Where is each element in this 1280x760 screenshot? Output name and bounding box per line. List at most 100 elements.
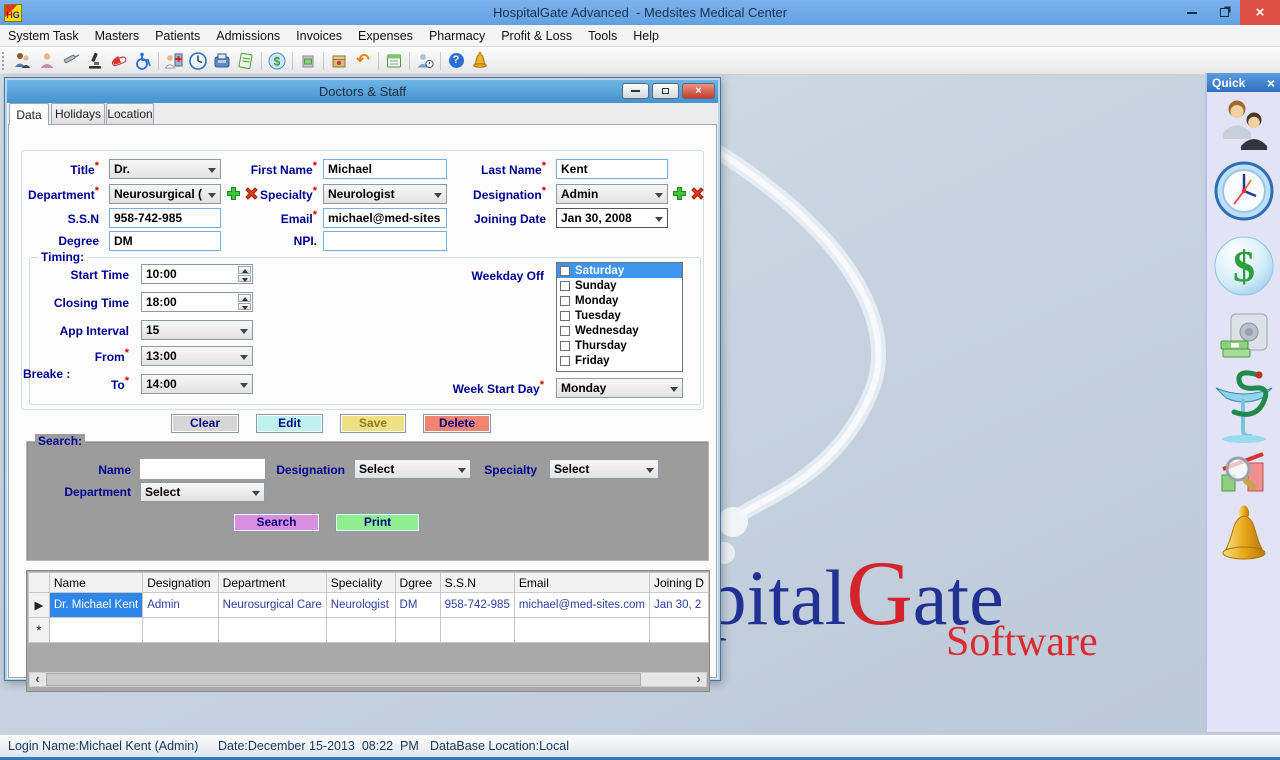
- cell-dgree[interactable]: DM: [395, 593, 440, 618]
- specialty-combobox[interactable]: Neurologist: [323, 184, 447, 204]
- menu-patients[interactable]: Patients: [147, 25, 208, 47]
- results-grid[interactable]: Name Designation Department Speciality D…: [28, 572, 709, 643]
- tab-data[interactable]: Data: [9, 103, 49, 125]
- fax-icon[interactable]: [210, 50, 234, 72]
- weekday-item-friday[interactable]: Friday: [557, 353, 682, 368]
- staff-group-icon[interactable]: [11, 50, 35, 72]
- tab-holidays[interactable]: Holidays: [51, 103, 105, 124]
- spin-down-icon[interactable]: [238, 275, 251, 283]
- menu-profit-loss[interactable]: Profit & Loss: [493, 25, 580, 47]
- joining-date-picker[interactable]: Jan 30, 2008: [556, 208, 668, 228]
- quick-billing-icon[interactable]: $: [1213, 235, 1275, 302]
- grid-col-joining-date[interactable]: Joining D: [649, 573, 708, 593]
- checkbox-icon[interactable]: [560, 326, 570, 336]
- search-name-input[interactable]: [140, 459, 265, 479]
- spin-down-icon[interactable]: [238, 303, 251, 311]
- break-to-combobox[interactable]: 14:00: [141, 374, 253, 394]
- add-designation-icon[interactable]: [672, 186, 687, 201]
- restore-button[interactable]: [1208, 0, 1240, 25]
- last-name-field[interactable]: Kent: [556, 159, 668, 179]
- search-designation-combobox[interactable]: Select: [354, 459, 471, 479]
- edit-button[interactable]: Edit: [256, 414, 323, 433]
- grid-col-name[interactable]: Name: [49, 573, 142, 593]
- quick-panel-close-icon[interactable]: ×: [1267, 75, 1275, 91]
- grid-col-department[interactable]: Department: [218, 573, 326, 593]
- spin-up-icon[interactable]: [238, 294, 251, 302]
- tab-location[interactable]: Location: [106, 103, 154, 124]
- grid-col-speciality[interactable]: Speciality: [326, 573, 395, 593]
- inventory-icon[interactable]: [382, 50, 406, 72]
- patient-icon[interactable]: [35, 50, 59, 72]
- expense-icon[interactable]: [296, 50, 320, 72]
- quick-clock-icon[interactable]: [1213, 160, 1275, 227]
- search-button[interactable]: Search: [233, 513, 320, 532]
- email-field[interactable]: michael@med-sites: [323, 208, 447, 228]
- bell-icon[interactable]: [468, 50, 492, 72]
- quick-bell-icon[interactable]: [1218, 505, 1270, 568]
- cell-designation[interactable]: Admin: [143, 593, 218, 618]
- dialog-maximize-button[interactable]: [652, 83, 679, 99]
- npi-field[interactable]: [323, 231, 447, 251]
- checkbox-icon[interactable]: [560, 311, 570, 321]
- start-time-spinner[interactable]: 10:00: [141, 264, 253, 284]
- dialog-minimize-button[interactable]: [622, 83, 649, 99]
- first-name-field[interactable]: Michael: [323, 159, 447, 179]
- delete-button[interactable]: Delete: [423, 414, 491, 433]
- quick-pharmacy-icon[interactable]: [1212, 368, 1276, 449]
- grid-col-ssn[interactable]: S.S.N: [440, 573, 514, 593]
- hospital-staff-icon[interactable]: [162, 50, 186, 72]
- checkbox-icon[interactable]: [560, 296, 570, 306]
- grid-col-email[interactable]: Email: [514, 573, 649, 593]
- spin-up-icon[interactable]: [238, 266, 251, 274]
- package-icon[interactable]: [327, 50, 351, 72]
- checkbox-icon[interactable]: [560, 281, 570, 291]
- menu-invoices[interactable]: Invoices: [288, 25, 350, 47]
- clear-button[interactable]: Clear: [171, 414, 239, 433]
- grid-col-dgree[interactable]: Dgree: [395, 573, 440, 593]
- closing-time-spinner[interactable]: 18:00: [141, 292, 253, 312]
- weekday-item-tuesday[interactable]: Tuesday: [557, 308, 682, 323]
- designation-combobox[interactable]: Admin: [556, 184, 668, 204]
- close-button[interactable]: ×: [1240, 0, 1280, 25]
- print-button[interactable]: Print: [335, 513, 420, 532]
- checkbox-icon[interactable]: [560, 266, 570, 276]
- cell-ssn[interactable]: 958-742-985: [440, 593, 514, 618]
- menu-admissions[interactable]: Admissions: [208, 25, 288, 47]
- break-from-combobox[interactable]: 13:00: [141, 346, 253, 366]
- cell-email[interactable]: michael@med-sites.com: [514, 593, 649, 618]
- menu-help[interactable]: Help: [625, 25, 667, 47]
- menu-expenses[interactable]: Expenses: [350, 25, 421, 47]
- scrollbar-thumb[interactable]: [46, 673, 641, 686]
- weekday-item-monday[interactable]: Monday: [557, 293, 682, 308]
- weekday-item-wednesday[interactable]: Wednesday: [557, 323, 682, 338]
- menu-system-task[interactable]: System Task: [0, 25, 87, 47]
- weekday-item-thursday[interactable]: Thursday: [557, 338, 682, 353]
- delete-designation-icon[interactable]: [690, 186, 705, 201]
- checkbox-icon[interactable]: [560, 341, 570, 351]
- save-button[interactable]: Save: [340, 414, 406, 433]
- week-start-day-combobox[interactable]: Monday: [556, 378, 683, 398]
- wheelchair-icon[interactable]: [131, 50, 155, 72]
- weekday-off-list[interactable]: Saturday Sunday Monday Tuesday Wednesday…: [556, 262, 683, 372]
- menu-pharmacy[interactable]: Pharmacy: [421, 25, 493, 47]
- cell-name[interactable]: Dr. Michael Kent: [49, 593, 142, 618]
- invoice-icon[interactable]: [234, 50, 258, 72]
- department-combobox[interactable]: Neurosurgical (: [109, 184, 221, 204]
- undo-arrow-icon[interactable]: ↶: [351, 50, 375, 72]
- user-schedule-icon[interactable]: [413, 50, 437, 72]
- minimize-button[interactable]: [1176, 0, 1208, 25]
- title-combobox[interactable]: Dr.: [109, 159, 221, 179]
- dollar-coin-icon[interactable]: $: [265, 50, 289, 72]
- weekday-item-sunday[interactable]: Sunday: [557, 278, 682, 293]
- degree-field[interactable]: DM: [109, 231, 221, 251]
- quick-reports-icon[interactable]: [1218, 448, 1270, 505]
- search-specialty-combobox[interactable]: Select: [549, 459, 659, 479]
- syringe-icon[interactable]: [59, 50, 83, 72]
- table-row[interactable]: ▶ Dr. Michael Kent Admin Neurosurgical C…: [29, 593, 709, 618]
- grid-col-designation[interactable]: Designation: [143, 573, 218, 593]
- quick-staff-icon[interactable]: [1216, 98, 1272, 155]
- search-department-combobox[interactable]: Select: [140, 482, 265, 502]
- medicine-capsule-icon[interactable]: [107, 50, 131, 72]
- ssn-field[interactable]: 958-742-985: [109, 208, 221, 228]
- grid-horizontal-scrollbar[interactable]: ‹ ›: [29, 672, 707, 687]
